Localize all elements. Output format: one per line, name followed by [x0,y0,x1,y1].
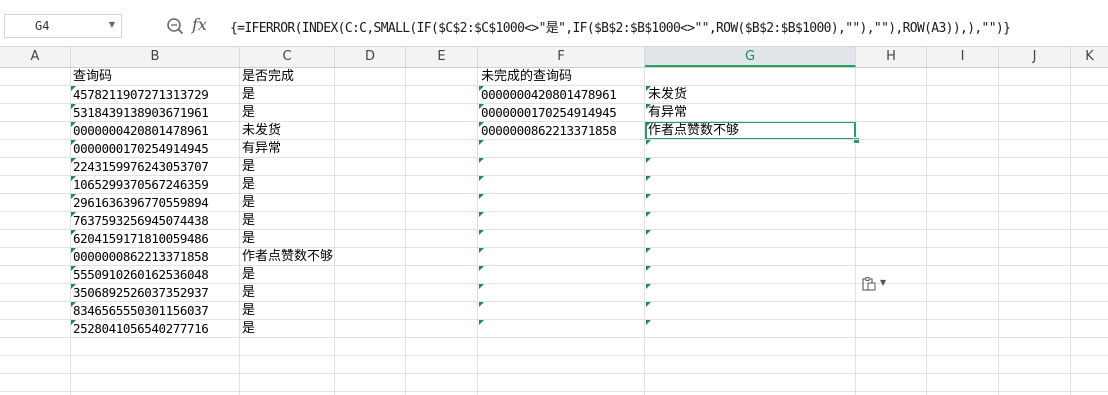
column-header-a[interactable]: A [0,47,71,67]
text-number-marker [479,140,484,145]
text-number-marker [646,248,651,253]
cell-c10[interactable]: 是 [242,230,255,248]
column-header-b[interactable]: B [71,47,240,67]
cell-b10[interactable]: 6204159171810059486 [73,230,209,248]
text-number-marker [646,158,651,163]
text-number-marker [646,212,651,217]
cell-b14[interactable]: 8346565550301156037 [73,302,209,320]
cell-b13[interactable]: 3506892526037352937 [73,284,209,302]
cell-b7[interactable]: 1065299370567246359 [73,176,209,194]
cell-c4[interactable]: 未发货 [242,122,281,140]
name-box-value: G4 [35,19,50,33]
text-number-marker [479,248,484,253]
text-number-marker [479,230,484,235]
cell-c12[interactable]: 是 [242,266,255,284]
cell-b4[interactable]: 0000000420801478961 [73,122,209,140]
cell-c15[interactable]: 是 [242,320,255,338]
cell-b5[interactable]: 0000000170254914945 [73,140,209,158]
column-header-row: A B C D E F G H I J K [0,47,1108,68]
column-header-e[interactable]: E [406,47,478,67]
column-header-k[interactable]: K [1071,47,1108,67]
cell-c2[interactable]: 是 [242,86,255,104]
text-number-marker [479,104,484,109]
formula-bar: G4 ▼ fx {=IFERROR(INDEX(C:C,SMALL(IF($C$… [0,0,1108,47]
text-number-marker [646,320,651,325]
cell-g3[interactable]: 有异常 [648,104,687,122]
cell-c1[interactable]: 是否完成 [242,68,294,86]
text-number-marker [479,266,484,271]
chevron-down-icon[interactable]: ▼ [109,20,115,29]
column-header-h[interactable]: H [856,47,927,67]
cell-f4[interactable]: 0000000862213371858 [481,122,617,140]
text-number-marker [479,176,484,181]
column-header-c[interactable]: C [240,47,335,67]
cell-b3[interactable]: 5318439138903671961 [73,104,209,122]
text-number-marker [646,176,651,181]
cell-b6[interactable]: 2243159976243053707 [73,158,209,176]
column-header-f[interactable]: F [478,47,645,67]
cell-b11[interactable]: 0000000862213371858 [73,248,209,266]
text-number-marker [646,122,651,127]
cell-c11[interactable]: 作者点赞数不够 [242,248,333,266]
zoom-formula-icon[interactable] [166,17,184,35]
fx-icon[interactable]: fx [192,15,207,34]
text-number-marker [646,86,651,91]
text-number-marker [646,284,651,289]
cell-b12[interactable]: 5550910260162536048 [73,266,209,284]
cell-f1[interactable]: 未完成的查询码 [481,68,572,86]
text-number-marker [646,266,651,271]
formula-input[interactable]: {=IFERROR(INDEX(C:C,SMALL(IF($C$2:$C$100… [230,17,1011,36]
cell-c14[interactable]: 是 [242,302,255,320]
text-number-marker [646,104,651,109]
cell-b2[interactable]: 4578211907271313729 [73,86,209,104]
cell-f2[interactable]: 0000000420801478961 [481,86,617,104]
column-header-d[interactable]: D [335,47,406,67]
spreadsheet-grid[interactable]: 查询码 是否完成 未完成的查询码 4578211907271313729 5318… [0,68,1108,395]
text-number-marker [646,230,651,235]
cell-c6[interactable]: 是 [242,158,255,176]
text-number-marker [479,302,484,307]
text-number-marker [479,320,484,325]
cell-c13[interactable]: 是 [242,284,255,302]
name-box[interactable]: G4 ▼ [4,14,122,38]
column-header-g[interactable]: G [645,47,856,67]
paste-options-icon[interactable]: ▼ [862,277,890,293]
text-number-marker [479,284,484,289]
column-header-i[interactable]: I [927,47,999,67]
cell-b1[interactable]: 查询码 [73,68,112,86]
text-number-marker [479,158,484,163]
cell-c8[interactable]: 是 [242,194,255,212]
cell-c7[interactable]: 是 [242,176,255,194]
cell-g4[interactable]: 作者点赞数不够 [648,122,739,140]
column-header-j[interactable]: J [999,47,1071,67]
text-number-marker [479,122,484,127]
cell-c9[interactable]: 是 [242,212,255,230]
text-number-marker [479,212,484,217]
cell-b9[interactable]: 7637593256945074438 [73,212,209,230]
cell-f3[interactable]: 0000000170254914945 [481,104,617,122]
text-number-marker [479,194,484,199]
text-number-marker [646,302,651,307]
cell-c5[interactable]: 有异常 [242,140,281,158]
cell-c3[interactable]: 是 [242,104,255,122]
cell-b15[interactable]: 2528041056540277716 [73,320,209,338]
text-number-marker [646,194,651,199]
cell-b8[interactable]: 2961636396770559894 [73,194,209,212]
text-number-marker [479,86,484,91]
text-number-marker [646,140,651,145]
cell-g2[interactable]: 未发货 [648,86,687,104]
